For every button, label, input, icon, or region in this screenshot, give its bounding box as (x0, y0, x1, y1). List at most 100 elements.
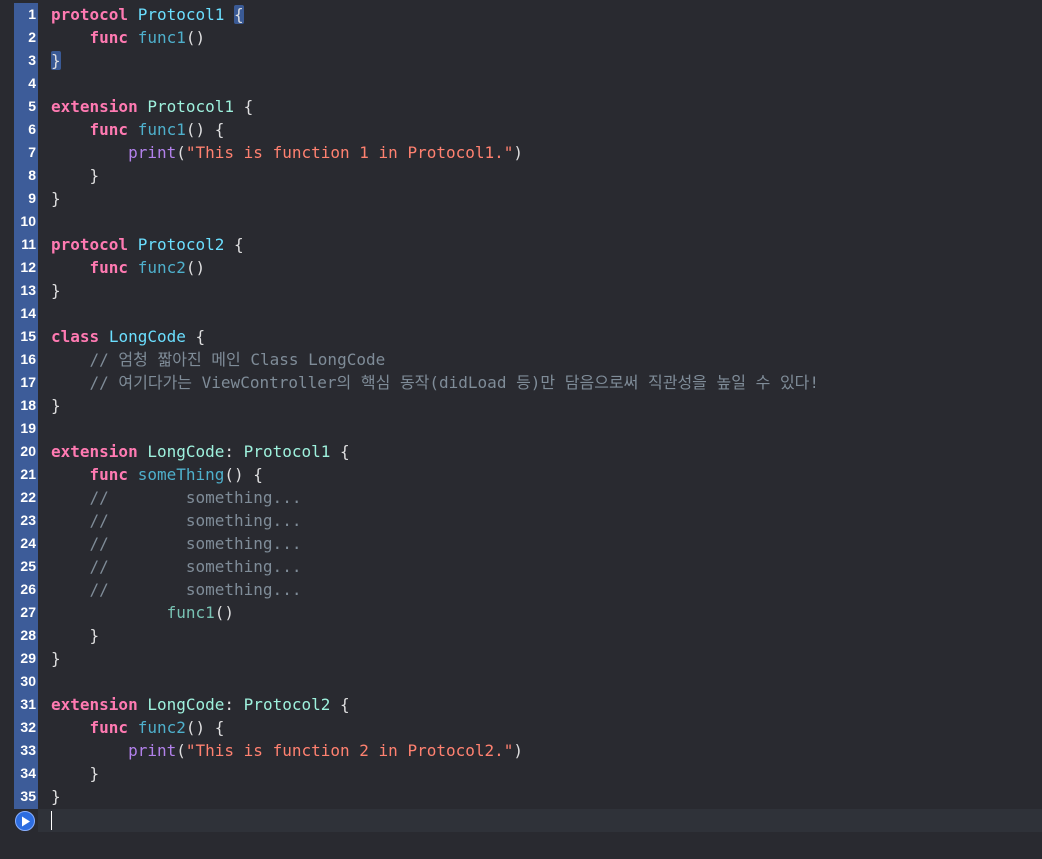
code-line[interactable]: 18} (0, 394, 1042, 417)
code-text[interactable]: // something... (51, 555, 302, 578)
code-text[interactable]: protocol Protocol2 { (51, 233, 244, 256)
line-number[interactable]: 21 (14, 463, 36, 486)
code-text[interactable]: func func1() (51, 26, 206, 49)
line-number[interactable]: 14 (14, 302, 36, 325)
code-text[interactable]: // something... (51, 509, 302, 532)
code-text[interactable]: } (51, 164, 100, 187)
code-line[interactable]: 14 (0, 302, 1042, 325)
line-number[interactable]: 2 (14, 26, 36, 49)
code-text[interactable]: func func2() (51, 256, 206, 279)
line-number[interactable]: 7 (14, 141, 36, 164)
code-line[interactable]: 17 // 여기다가는 ViewController의 핵심 동작(didLoa… (0, 371, 1042, 394)
code-line[interactable]: 10 (0, 210, 1042, 233)
line-number[interactable]: 10 (14, 210, 36, 233)
code-line[interactable]: 16 // 엄청 짧아진 메인 Class LongCode (0, 348, 1042, 371)
code-line[interactable]: 3} (0, 49, 1042, 72)
code-line[interactable]: 25 // something... (0, 555, 1042, 578)
code-text[interactable]: // something... (51, 486, 302, 509)
line-number[interactable]: 27 (14, 601, 36, 624)
code-text[interactable]: print("This is function 1 in Protocol1."… (51, 141, 523, 164)
line-number[interactable]: 19 (14, 417, 36, 440)
line-number[interactable]: 32 (14, 716, 36, 739)
code-line[interactable]: 15 class LongCode { (0, 325, 1042, 348)
line-number[interactable]: 4 (14, 72, 36, 95)
line-number[interactable]: 15 (14, 325, 36, 348)
line-number[interactable]: 1 (14, 3, 36, 26)
code-line[interactable]: 33 print("This is function 2 in Protocol… (0, 739, 1042, 762)
line-number[interactable]: 9 (14, 187, 36, 210)
code-line[interactable]: 11 protocol Protocol2 { (0, 233, 1042, 256)
code-line[interactable]: 2 func func1() (0, 26, 1042, 49)
code-editor[interactable]: 1 protocol Protocol1 {2 func func1() 3} 4 5 e… (0, 0, 1042, 859)
line-number[interactable]: 28 (14, 624, 36, 647)
line-number[interactable]: 33 (14, 739, 36, 762)
code-text[interactable]: } (51, 785, 61, 808)
line-number[interactable]: 8 (14, 164, 36, 187)
run-button[interactable] (15, 811, 35, 831)
code-line[interactable]: 21 func someThing() { (0, 463, 1042, 486)
code-line[interactable]: 31 extension LongCode: Protocol2 { (0, 693, 1042, 716)
line-number[interactable]: 26 (14, 578, 36, 601)
line-number[interactable]: 35 (14, 785, 36, 808)
line-number[interactable]: 25 (14, 555, 36, 578)
code-text[interactable]: extension LongCode: Protocol2 { (51, 693, 350, 716)
code-line[interactable]: 1 protocol Protocol1 { (0, 3, 1042, 26)
code-line[interactable]: 6 func func1() { (0, 118, 1042, 141)
line-number[interactable]: 3 (14, 49, 36, 72)
code-text[interactable]: class LongCode { (51, 325, 205, 348)
code-line[interactable]: 27 func1() (0, 601, 1042, 624)
code-line[interactable]: 30 (0, 670, 1042, 693)
code-line[interactable]: 32 func func2() { (0, 716, 1042, 739)
code-text[interactable]: print("This is function 2 in Protocol2."… (51, 739, 523, 762)
code-line[interactable]: 7 print("This is function 1 in Protocol1… (0, 141, 1042, 164)
code-text[interactable]: } (51, 49, 61, 72)
code-text[interactable]: extension LongCode: Protocol1 { (51, 440, 350, 463)
code-line[interactable]: 26 // something... (0, 578, 1042, 601)
code-line[interactable]: 23 // something... (0, 509, 1042, 532)
code-text[interactable]: func someThing() { (51, 463, 263, 486)
line-number[interactable]: 5 (14, 95, 36, 118)
line-number[interactable]: 20 (14, 440, 36, 463)
line-number[interactable]: 11 (14, 233, 36, 256)
line-number[interactable]: 13 (14, 279, 36, 302)
code-line[interactable]: 29} (0, 647, 1042, 670)
line-number[interactable]: 30 (14, 670, 36, 693)
code-text[interactable]: } (51, 762, 100, 785)
code-line[interactable]: 9} (0, 187, 1042, 210)
code-text[interactable]: // 여기다가는 ViewController의 핵심 동작(didLoad 등… (51, 371, 820, 394)
code-line[interactable]: 19 (0, 417, 1042, 440)
code-line[interactable]: 5 extension Protocol1 { (0, 95, 1042, 118)
code-text[interactable]: extension Protocol1 { (51, 95, 253, 118)
line-number[interactable]: 16 (14, 348, 36, 371)
code-text[interactable]: } (51, 279, 61, 302)
code-text[interactable]: } (51, 624, 100, 647)
line-number[interactable]: 34 (14, 762, 36, 785)
line-number[interactable]: 24 (14, 532, 36, 555)
code-text[interactable]: } (51, 647, 61, 670)
code-text[interactable]: func func2() { (51, 716, 225, 739)
line-number[interactable]: 23 (14, 509, 36, 532)
code-line[interactable]: 20 extension LongCode: Protocol1 { (0, 440, 1042, 463)
code-line[interactable]: 12 func func2() (0, 256, 1042, 279)
code-text[interactable]: func func1() { (51, 118, 225, 141)
code-line[interactable]: 35} (0, 785, 1042, 808)
code-line[interactable]: 13} (0, 279, 1042, 302)
line-number[interactable]: 12 (14, 256, 36, 279)
code-text[interactable]: // 엄청 짧아진 메인 Class LongCode (51, 348, 386, 371)
code-line[interactable]: 34 } (0, 762, 1042, 785)
code-line[interactable]: 24 // something... (0, 532, 1042, 555)
code-line[interactable]: 8 } (0, 164, 1042, 187)
code-text[interactable]: // something... (51, 578, 302, 601)
line-number[interactable]: 29 (14, 647, 36, 670)
code-text[interactable]: } (51, 187, 61, 210)
code-text[interactable]: func1() (51, 601, 234, 624)
code-text[interactable]: } (51, 394, 61, 417)
code-line[interactable]: 22 // something... (0, 486, 1042, 509)
line-number[interactable]: 6 (14, 118, 36, 141)
code-text[interactable]: // something... (51, 532, 302, 555)
code-line[interactable]: 4 (0, 72, 1042, 95)
line-number[interactable]: 22 (14, 486, 36, 509)
line-number[interactable]: 18 (14, 394, 36, 417)
code-text[interactable]: protocol Protocol1 { (51, 3, 244, 26)
line-number[interactable]: 31 (14, 693, 36, 716)
